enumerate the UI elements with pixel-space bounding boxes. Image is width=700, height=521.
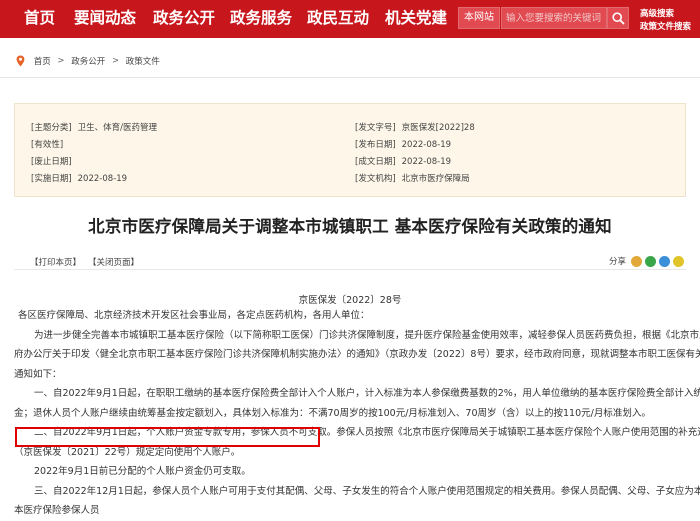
article-toolbar: 【打印本页】 【关闭页面】 分享 xyxy=(14,253,686,270)
meta-validity: [有效性] xyxy=(31,140,64,150)
qzone-share-icon[interactable] xyxy=(673,256,684,267)
print-page-link[interactable]: 【打印本页】 xyxy=(30,256,81,268)
breadcrumb-separator: > xyxy=(111,56,120,66)
meta-category: [主题分类] 卫生、体育/医药管理 xyxy=(31,123,158,133)
top-navigation-bar: 首页 要闻动态 政务公开 政务服务 政民互动 机关党建 本网站 高级搜索 政策文… xyxy=(0,0,700,38)
nav-item-news[interactable]: 要闻动态 xyxy=(74,0,136,38)
breadcrumb-policy-docs[interactable]: 政策文件 xyxy=(126,57,160,67)
qq-share-icon[interactable] xyxy=(659,256,670,267)
meta-doc-number: [发文字号] 京医保发[2022]28 xyxy=(355,123,475,133)
highlight-annotation-box xyxy=(15,427,320,447)
article-body: 各区医疗保障局、北京经济技术开发区社会事业局，各定点医药机构，各用人单位： 为进… xyxy=(14,306,700,521)
advanced-search-link[interactable]: 高级搜索 xyxy=(640,7,674,19)
search-input[interactable] xyxy=(501,7,607,29)
item-three-line: 三、自2022年12月1日起，参保人员个人账户可用于支付其配偶、父母、子女发生的… xyxy=(34,485,700,497)
document-number: 京医保发〔2022〕28号 xyxy=(298,295,402,306)
search-scope-label[interactable]: 本网站 xyxy=(458,7,500,29)
meta-implementation-date: [实施日期] 2022-08-19 xyxy=(31,174,128,184)
nav-item-party-building[interactable]: 机关党建 xyxy=(385,0,447,38)
document-metadata-box: [主题分类] 卫生、体育/医药管理 [发文字号] 京医保发[2022]28 [有效性… xyxy=(14,103,686,197)
share-label: 分享 xyxy=(608,257,626,267)
close-page-link[interactable]: 【关闭页面】 xyxy=(88,256,139,268)
wechat-share-icon[interactable] xyxy=(645,256,656,267)
meta-issuer: [发文机构] 北京市医疗保障局 xyxy=(355,174,470,184)
weibo-share-icon[interactable] xyxy=(631,256,642,267)
item-three-line: 本医疗保险参保人员 xyxy=(14,505,100,516)
search-icon xyxy=(612,12,625,25)
intro-paragraph-line: 为进一步健全完善本市城镇职工基本医疗保险（以下简称职工医保）门诊共济保障制度，提… xyxy=(34,329,700,341)
page-title: 北京市医疗保障局关于调整本市城镇职工 基本医疗保险有关政策的通知 xyxy=(88,217,612,236)
nav-item-gov-affairs-public[interactable]: 政务公开 xyxy=(153,0,215,38)
location-pin-icon xyxy=(16,55,25,67)
item-two-note-line: 2022年9月1日前已分配的个人账户资金仍可支取。 xyxy=(34,466,251,477)
breadcrumb-gov-affairs-public[interactable]: 政务公开 xyxy=(71,57,105,67)
search-button[interactable] xyxy=(607,7,629,29)
nav-item-interaction[interactable]: 政民互动 xyxy=(307,0,369,38)
nav-item-gov-services[interactable]: 政务服务 xyxy=(230,0,292,38)
item-one-line: 金；退休人员个人账户继续由统筹基金按定额划入，具体划入标准为：不满70周岁的按1… xyxy=(14,407,651,419)
addressee-line: 各区医疗保障局、北京经济技术开发区社会事业局，各定点医药机构，各用人单位： xyxy=(18,310,370,321)
meta-abolish-date: [废止日期] xyxy=(31,157,72,167)
meta-publish-date: [发布日期] 2022-08-19 xyxy=(355,140,452,150)
intro-paragraph-line: 府办公厅关于印发〈健全北京市职工基本医疗保险门诊共济保障机制实施办法〉的通知》（… xyxy=(14,349,700,360)
intro-paragraph-line: 通知如下： xyxy=(14,368,62,380)
header-divider xyxy=(0,77,700,78)
meta-written-date: [成文日期] 2022-08-19 xyxy=(355,157,452,167)
nav-item-home[interactable]: 首页 xyxy=(24,0,55,38)
item-one-line: 一、自2022年9月1日起，在职职工缴纳的基本医疗保险费全部计入个人账户，计入标… xyxy=(34,388,700,399)
policy-doc-search-link[interactable]: 政策文件搜索 xyxy=(640,20,691,32)
breadcrumb: 首页 > 政务公开 > 政策文件 xyxy=(16,55,160,69)
breadcrumb-separator: > xyxy=(57,56,65,66)
breadcrumb-home[interactable]: 首页 xyxy=(34,57,51,67)
